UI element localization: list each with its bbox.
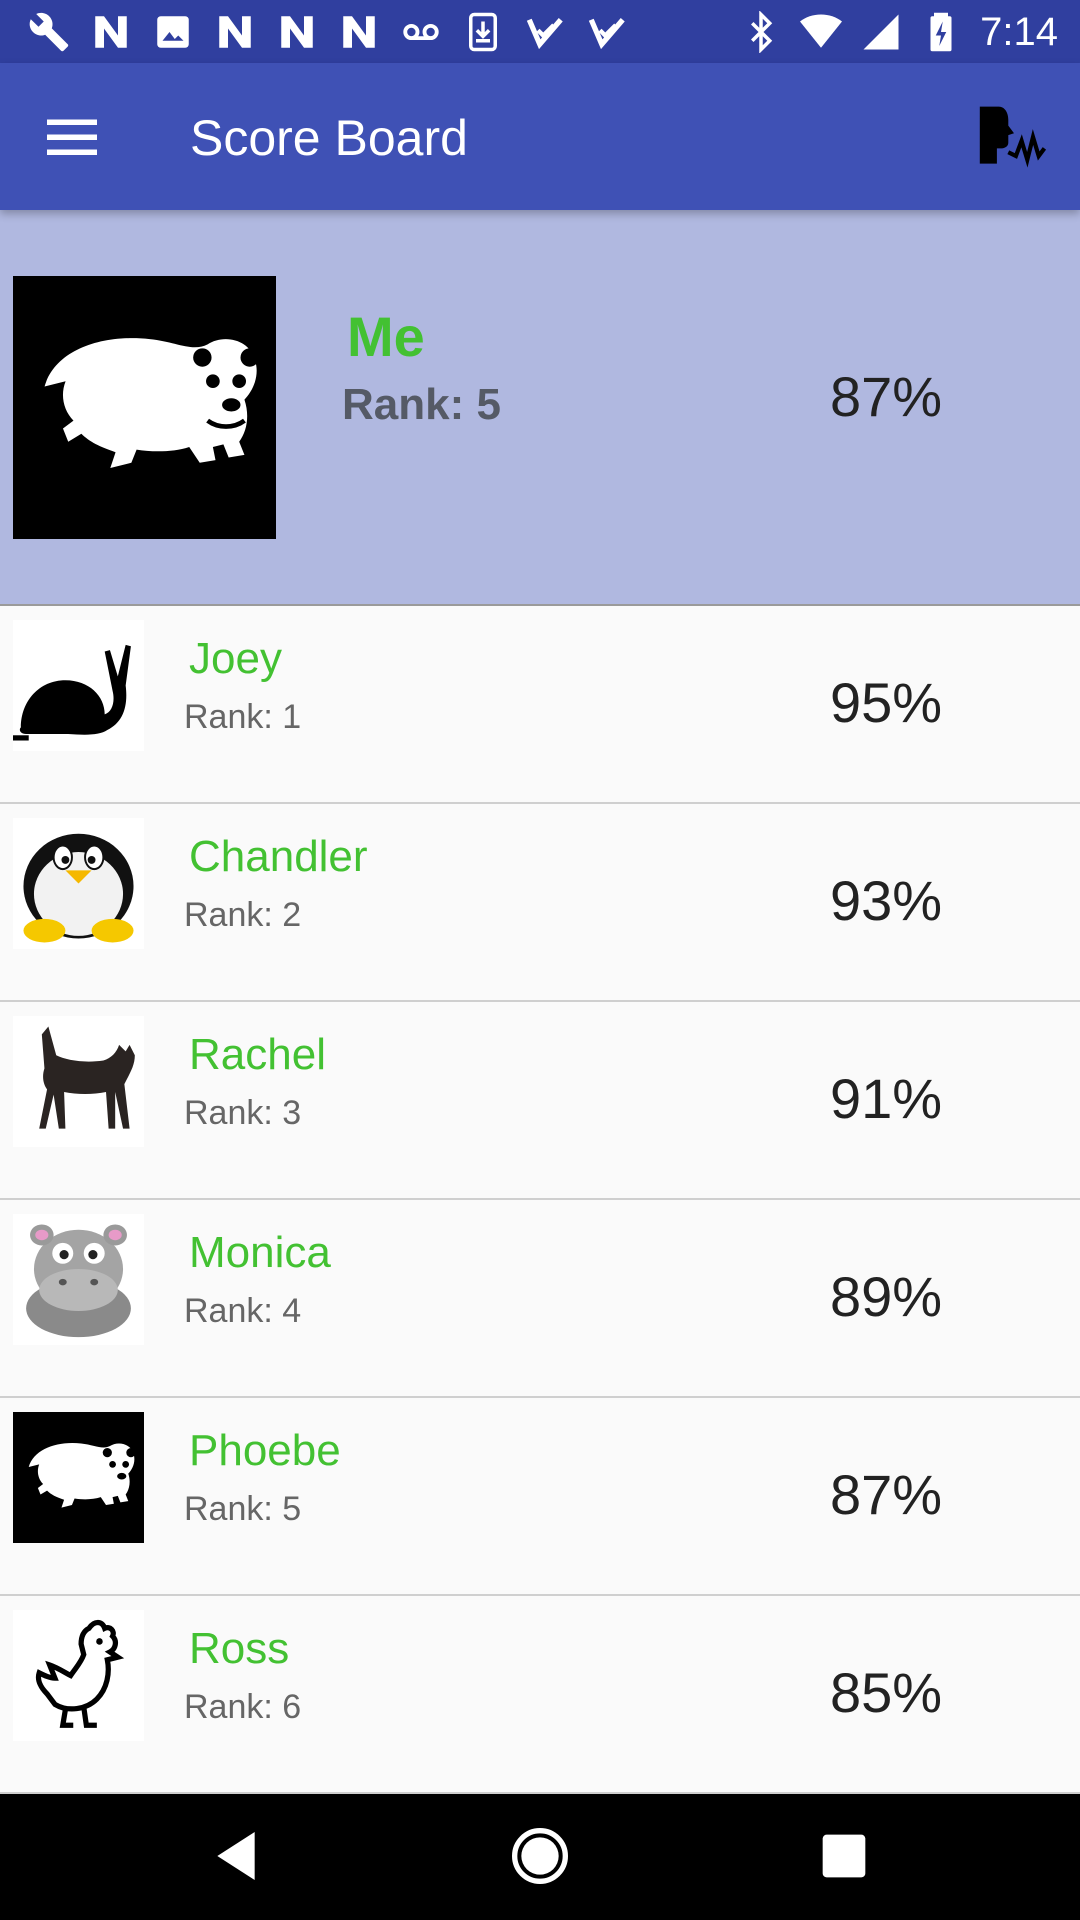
player-rank: Rank: 3	[184, 1094, 302, 1132]
list-item[interactable]: Ross Rank: 6 85%	[0, 1596, 1080, 1794]
player-rank: Rank: 2	[184, 896, 302, 934]
player-score: 91%	[830, 1067, 943, 1130]
leaderboard-list: Joey Rank: 1 95% Chandler Rank: 2 93% Ra…	[0, 606, 1080, 1794]
notification-icons	[28, 10, 628, 54]
my-rank: Rank: 5	[342, 380, 501, 429]
list-item[interactable]: Rachel Rank: 3 91%	[0, 1002, 1080, 1200]
player-rank: Rank: 4	[184, 1292, 302, 1330]
penguin-icon	[13, 818, 144, 949]
list-item[interactable]: Monica Rank: 4 89%	[0, 1200, 1080, 1398]
player-name: Ross	[189, 1624, 290, 1673]
my-name: Me	[347, 305, 425, 368]
player-score: 87%	[830, 1463, 943, 1526]
polar-bear-icon	[13, 1412, 144, 1543]
player-rank: Rank: 5	[184, 1490, 302, 1528]
signal-icon	[863, 14, 899, 50]
navigation-bar	[0, 1794, 1080, 1920]
bluetooth-icon	[751, 11, 773, 53]
player-rank: Rank: 1	[184, 698, 302, 736]
wrench-icon	[29, 12, 69, 52]
page-title: Score Board	[190, 110, 468, 166]
player-name: Phoebe	[189, 1426, 341, 1475]
recents-icon[interactable]	[812, 1824, 876, 1888]
app-bar: Score Board	[0, 63, 1080, 210]
player-name: Monica	[189, 1228, 331, 1277]
polar-bear-icon	[13, 276, 276, 539]
n-icon	[281, 16, 313, 48]
hippo-icon	[13, 1214, 144, 1345]
player-score: 93%	[830, 869, 943, 932]
player-score: 95%	[830, 671, 943, 734]
my-score-card[interactable]: Me Rank: 5 87%	[0, 210, 1080, 606]
back-icon[interactable]	[204, 1824, 268, 1888]
voice-wave-icon[interactable]	[976, 99, 1052, 175]
player-name: Chandler	[189, 832, 368, 881]
chicken-icon	[13, 1610, 144, 1741]
voicemail-icon	[403, 23, 439, 41]
wifi-icon	[800, 14, 843, 48]
player-rank: Rank: 6	[184, 1688, 302, 1726]
n-icon	[219, 16, 251, 48]
player-name: Joey	[189, 634, 282, 683]
hamburger-icon[interactable]	[42, 107, 102, 167]
n-icon	[95, 16, 127, 48]
n-icon	[343, 16, 375, 48]
cat-icon	[13, 1016, 144, 1147]
snail-icon	[13, 620, 144, 751]
battery-icon	[930, 12, 952, 52]
player-score: 85%	[830, 1661, 943, 1724]
player-name: Rachel	[189, 1030, 326, 1079]
my-score: 87%	[830, 365, 943, 428]
home-icon[interactable]	[508, 1824, 572, 1888]
system-icons: 7:14	[740, 10, 1058, 54]
player-score: 89%	[830, 1265, 943, 1328]
check-icon	[588, 18, 625, 50]
list-item[interactable]: Chandler Rank: 2 93%	[0, 804, 1080, 1002]
check-icon	[526, 18, 563, 50]
download-icon	[469, 12, 497, 52]
clock: 7:14	[980, 9, 1058, 54]
list-item[interactable]: Phoebe Rank: 5 87%	[0, 1398, 1080, 1596]
status-bar: 7:14	[0, 0, 1080, 63]
list-item[interactable]: Joey Rank: 1 95%	[0, 606, 1080, 804]
image-icon	[157, 16, 189, 48]
